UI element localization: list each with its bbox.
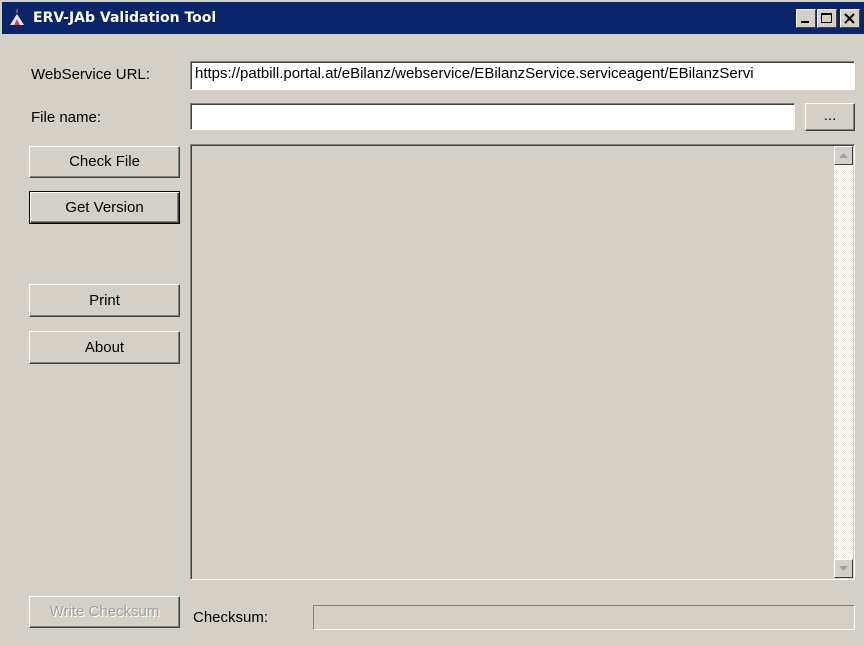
browse-button[interactable]: ... xyxy=(805,103,855,131)
arrow-down-icon xyxy=(839,566,848,571)
write-checksum-button[interactable]: Write Checksum xyxy=(29,596,180,628)
checksum-field xyxy=(313,605,855,630)
maximize-button[interactable] xyxy=(817,9,837,28)
app-window: ERV-JAb Validation Tool WebService URL: … xyxy=(0,0,864,646)
minimize-button[interactable] xyxy=(796,9,816,28)
url-label: WebService URL: xyxy=(31,66,150,83)
check-file-button[interactable]: Check File xyxy=(29,146,180,178)
java-cup-icon xyxy=(8,9,26,27)
title-bar[interactable]: ERV-JAb Validation Tool xyxy=(2,2,864,34)
vertical-scrollbar[interactable] xyxy=(834,146,853,578)
output-area[interactable] xyxy=(190,144,855,580)
file-name-label: File name: xyxy=(31,109,102,126)
webservice-url-field[interactable]: https://patbill.portal.at/eBilanz/webser… xyxy=(190,61,855,90)
close-button[interactable] xyxy=(840,9,860,28)
print-button[interactable]: Print xyxy=(29,284,180,317)
file-name-field[interactable] xyxy=(190,103,795,130)
checksum-label: Checksum: xyxy=(193,609,269,626)
minimize-icon xyxy=(801,21,809,23)
scroll-down-button[interactable] xyxy=(834,559,853,578)
maximize-icon xyxy=(821,13,832,23)
close-icon xyxy=(844,13,855,24)
about-button[interactable]: About xyxy=(29,331,180,364)
arrow-up-icon xyxy=(839,153,848,158)
scroll-up-button[interactable] xyxy=(834,146,853,165)
get-version-button[interactable]: Get Version xyxy=(29,191,180,224)
window-title: ERV-JAb Validation Tool xyxy=(33,10,217,26)
